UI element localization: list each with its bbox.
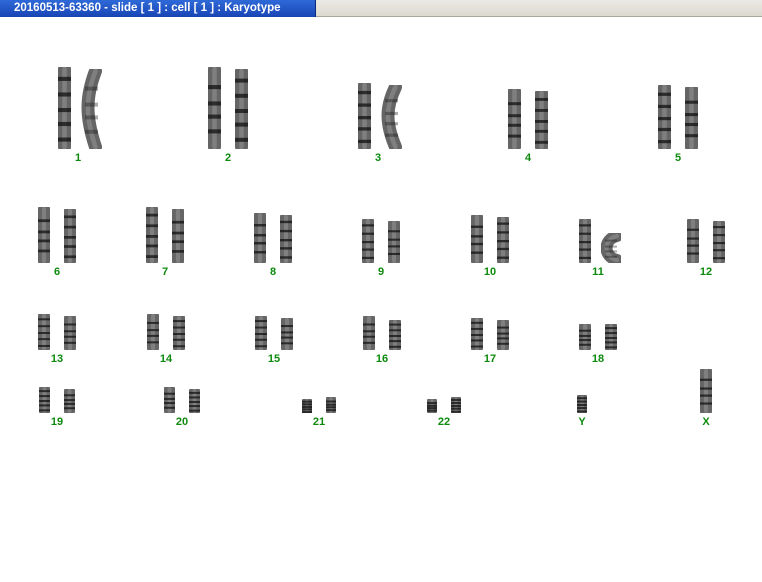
chromosome-label: 3 <box>374 152 382 164</box>
chromosome-label: 5 <box>674 152 682 164</box>
chromosome-label: 7 <box>161 266 169 278</box>
chromosome-image[interactable] <box>681 82 702 154</box>
chromosome-image[interactable] <box>504 84 525 154</box>
chromosome-pair-3[interactable] <box>354 78 402 154</box>
chromosome-label: 8 <box>269 266 277 278</box>
chromosome-image[interactable] <box>575 320 595 355</box>
chromosome-pair-15[interactable] <box>251 312 297 354</box>
chromosome-image[interactable] <box>531 86 552 154</box>
chromosome-image[interactable] <box>493 213 513 268</box>
chromosome-image[interactable] <box>467 314 487 355</box>
chromosome-pair-21[interactable] <box>298 394 340 416</box>
chromosome-pair-18[interactable] <box>575 320 621 354</box>
chromosome-label: Y <box>578 416 586 428</box>
chromosome-pair-7[interactable] <box>142 203 188 267</box>
chromosome-image[interactable] <box>35 383 54 418</box>
chromosome-image[interactable] <box>696 365 716 418</box>
chromosome-label: 6 <box>53 266 61 278</box>
title-bar: 20160513-63360 - slide [ 1 ] : cell [ 1 … <box>0 0 762 17</box>
chromosome-image[interactable] <box>204 62 225 154</box>
chromosome-image[interactable] <box>601 320 621 355</box>
chromosome-label: 20 <box>175 416 189 428</box>
chromosome-pair-x[interactable] <box>696 365 716 417</box>
chromosome-label: 9 <box>377 266 385 278</box>
chromosome-pair-22[interactable] <box>423 394 465 416</box>
chromosome-image[interactable] <box>384 217 404 268</box>
chromosome-label: 18 <box>591 353 605 365</box>
chromosome-label: 16 <box>375 353 389 365</box>
chromosome-pair-y[interactable] <box>573 392 591 416</box>
chromosome-pair-8[interactable] <box>250 209 296 267</box>
chromosome-image[interactable] <box>654 80 675 154</box>
karyotype-canvas[interactable]: 1 2 3 4 5 6 7 8 9 10 11 12 13 14 15 16 17 18 19 20 21 22 Y X <box>0 17 762 582</box>
chromosome-image[interactable] <box>60 205 80 268</box>
chromosome-pair-20[interactable] <box>160 383 204 417</box>
chromosome-image[interactable] <box>60 312 80 355</box>
chromosome-pair-9[interactable] <box>358 215 404 267</box>
chromosome-pair-6[interactable] <box>34 203 80 267</box>
chromosome-label: 10 <box>483 266 497 278</box>
chromosome-image[interactable] <box>60 385 79 418</box>
chromosome-label: 14 <box>159 353 173 365</box>
chromosome-pair-11[interactable] <box>575 215 623 267</box>
chromosome-label: 1 <box>74 152 82 164</box>
chromosome-label: 22 <box>437 416 451 428</box>
chromosome-image[interactable] <box>354 78 375 154</box>
chromosome-image[interactable] <box>231 64 252 154</box>
chromosome-pair-10[interactable] <box>467 211 513 267</box>
chromosome-image[interactable] <box>575 215 595 268</box>
chromosome-label: 4 <box>524 152 532 164</box>
chromosome-image[interactable] <box>573 392 591 418</box>
chromosome-label: 12 <box>699 266 713 278</box>
chromosome-pair-13[interactable] <box>34 310 80 354</box>
chromosome-label: 2 <box>224 152 232 164</box>
chromosome-image[interactable] <box>385 316 405 355</box>
chromosome-label: 11 <box>592 266 604 278</box>
chromosome-pair-4[interactable] <box>504 84 552 154</box>
chromosome-pair-17[interactable] <box>467 314 513 354</box>
chromosome-pair-19[interactable] <box>35 383 79 417</box>
chromosome-pair-14[interactable] <box>143 310 189 354</box>
chromosome-image[interactable] <box>160 383 179 418</box>
chromosome-image[interactable] <box>600 230 623 268</box>
chromosome-pair-2[interactable] <box>204 62 252 154</box>
chromosome-image[interactable] <box>467 211 487 268</box>
chromosome-image[interactable] <box>358 215 378 268</box>
chromosome-image[interactable] <box>168 205 188 268</box>
chromosome-image[interactable] <box>81 64 102 154</box>
chromosome-image[interactable] <box>34 310 54 355</box>
chromosome-image[interactable] <box>493 316 513 355</box>
chromosome-image[interactable] <box>169 312 189 355</box>
window-title: 20160513-63360 - slide [ 1 ] : cell [ 1 … <box>14 2 281 14</box>
chromosome-image[interactable] <box>54 62 75 154</box>
chromosome-image[interactable] <box>447 394 465 418</box>
chromosome-image[interactable] <box>251 312 271 355</box>
chromosome-image[interactable] <box>185 385 204 418</box>
chromosome-image[interactable] <box>142 203 162 268</box>
chromosome-image[interactable] <box>143 310 163 355</box>
window-title-tab[interactable]: 20160513-63360 - slide [ 1 ] : cell [ 1 … <box>0 0 316 17</box>
chromosome-pair-1[interactable] <box>54 62 102 154</box>
chromosome-image[interactable] <box>34 203 54 268</box>
chromosome-image[interactable] <box>683 215 703 268</box>
chromosome-pair-5[interactable] <box>654 80 702 154</box>
chromosome-image[interactable] <box>322 394 340 418</box>
chromosome-image[interactable] <box>709 217 729 268</box>
chromosome-label: X <box>702 416 710 428</box>
chromosome-image[interactable] <box>250 209 270 268</box>
chromosome-image[interactable] <box>276 211 296 268</box>
chromosome-pair-12[interactable] <box>683 215 729 267</box>
chromosome-label: 17 <box>483 353 497 365</box>
chromosome-image[interactable] <box>277 314 297 355</box>
chromosome-pair-16[interactable] <box>359 312 405 354</box>
chromosome-image[interactable] <box>381 80 402 154</box>
chromosome-label: 13 <box>50 353 64 365</box>
chromosome-label: 15 <box>267 353 281 365</box>
chromosome-label: 21 <box>312 416 326 428</box>
chromosome-label: 19 <box>50 416 64 428</box>
chromosome-image[interactable] <box>359 312 379 355</box>
